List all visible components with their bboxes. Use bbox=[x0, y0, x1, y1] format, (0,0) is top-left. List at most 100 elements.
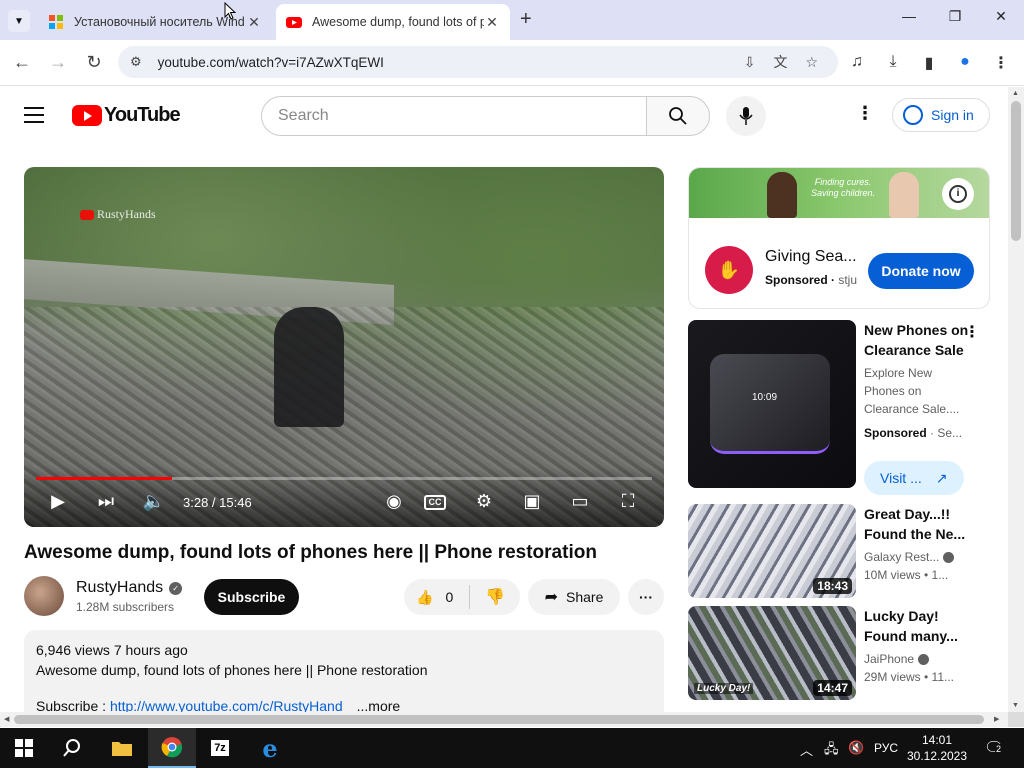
recommendation-info: New Phones on Clearance Sale Explore New… bbox=[864, 320, 974, 442]
reload-button[interactable]: ↻ bbox=[82, 52, 106, 73]
autoplay-toggle[interactable]: ◉ bbox=[380, 491, 408, 512]
recommendation-title[interactable]: New Phones on Clearance Sale bbox=[864, 320, 974, 360]
browser-menu-icon[interactable]: ⋮ bbox=[990, 53, 1012, 73]
hamburger-menu-icon[interactable] bbox=[24, 107, 44, 128]
video-player[interactable]: RustyHands ▶ ⏭ 🔈 3:28 / 15:46 ◉ CC ⚙ ▣ ▭… bbox=[24, 167, 664, 527]
next-button[interactable]: ⏭ bbox=[92, 491, 120, 512]
recommendation-item[interactable]: Lucky Day! 14:47 Lucky Day! Found many..… bbox=[688, 606, 990, 700]
like-button[interactable]: 👍 0 bbox=[404, 585, 470, 609]
scroll-left-arrow-icon[interactable]: ◀ bbox=[4, 715, 9, 723]
horizontal-scroll-thumb[interactable] bbox=[14, 715, 984, 724]
volume-icon[interactable]: 🔈 bbox=[140, 491, 168, 512]
youtube-logo[interactable]: YouTube bbox=[72, 104, 181, 127]
input-language[interactable]: РУС bbox=[874, 741, 898, 755]
new-tab-button[interactable]: + bbox=[520, 8, 532, 31]
recommendation-channel[interactable]: JaiPhone bbox=[864, 650, 974, 668]
address-bar[interactable]: ⚙ youtube.com/watch?v=i7AZwXTqEWI ⇩ 文 ☆ bbox=[118, 46, 838, 78]
recommendation-thumbnail[interactable]: 10:09 bbox=[688, 320, 856, 488]
channel-name[interactable]: RustyHands ✓ bbox=[76, 579, 183, 597]
play-button[interactable]: ▶ bbox=[44, 491, 72, 512]
forward-button[interactable]: → bbox=[46, 52, 70, 73]
recommendation-info: Great Day...!! Found the Ne... Galaxy Re… bbox=[864, 504, 974, 584]
start-button[interactable] bbox=[0, 728, 48, 768]
ad-child-image-1 bbox=[767, 172, 797, 218]
downloads-icon[interactable]: ⤓ bbox=[882, 53, 904, 71]
visit-site-button[interactable]: Visit ... ↗ bbox=[864, 461, 964, 495]
progress-bar[interactable] bbox=[36, 477, 652, 480]
show-hidden-icons-chevron-icon[interactable]: ︿ bbox=[800, 740, 813, 759]
ad-banner-image[interactable]: Finding cures. Saving children. i bbox=[689, 168, 989, 218]
scroll-down-arrow-icon[interactable]: ▼ bbox=[1012, 702, 1019, 709]
search-button[interactable] bbox=[646, 96, 710, 136]
ad-title: Giving Sea... bbox=[765, 248, 857, 265]
captions-button[interactable]: CC bbox=[424, 495, 446, 510]
profile-icon[interactable]: ● bbox=[954, 53, 976, 71]
share-button[interactable]: ➦ Share bbox=[528, 579, 620, 615]
video-frame-person bbox=[274, 307, 344, 427]
subscribe-button[interactable]: Subscribe bbox=[204, 579, 299, 615]
search-icon bbox=[669, 107, 687, 125]
dislike-button[interactable]: 👎 bbox=[470, 587, 520, 607]
recommendation-item[interactable]: 10:09 New Phones on Clearance Sale Explo… bbox=[688, 320, 990, 495]
network-icon[interactable]: 🖧 bbox=[824, 740, 839, 762]
more-actions-button[interactable]: ··· bbox=[628, 579, 664, 615]
site-info-icon[interactable]: ⚙ bbox=[130, 54, 142, 70]
voice-search-button[interactable] bbox=[726, 96, 766, 136]
7zip-taskbar-button[interactable]: 7z bbox=[196, 728, 244, 768]
vertical-scroll-thumb[interactable] bbox=[1011, 101, 1021, 241]
horizontal-scrollbar[interactable]: ◀ ▶ bbox=[0, 712, 1008, 727]
url-text[interactable]: youtube.com/watch?v=i7AZwXTqEWI bbox=[158, 55, 744, 70]
close-window-button[interactable]: ✕ bbox=[986, 8, 1016, 25]
maximize-button[interactable]: ❐ bbox=[940, 8, 970, 25]
media-controls-icon[interactable]: ♫ bbox=[846, 53, 868, 71]
tab-search-button[interactable]: ▼ bbox=[8, 10, 30, 32]
notification-center-icon[interactable]: 🗨2 bbox=[984, 738, 1004, 758]
close-tab-icon[interactable]: ✕ bbox=[246, 14, 262, 31]
tab-windows-media[interactable]: Установочный носитель Wind ✕ bbox=[38, 4, 272, 40]
recommendation-item[interactable]: 18:43 Great Day...!! Found the Ne... Gal… bbox=[688, 504, 990, 598]
description-box[interactable]: 6,946 views 7 hours ago Awesome dump, fo… bbox=[24, 630, 664, 720]
recommendation-menu-icon[interactable]: ⋮ bbox=[964, 322, 980, 342]
recommendation-title[interactable]: Great Day...!! Found the Ne... bbox=[864, 504, 974, 544]
like-count: 0 bbox=[445, 589, 454, 605]
chrome-taskbar-button[interactable] bbox=[148, 728, 196, 768]
video-title: Awesome dump, found lots of phones here … bbox=[24, 542, 597, 563]
settings-menu-icon[interactable]: ⋮ bbox=[856, 103, 874, 124]
install-app-icon[interactable]: ⇩ bbox=[744, 54, 756, 71]
sponsored-ad-card[interactable]: Finding cures. Saving children. i ✋ Givi… bbox=[688, 167, 990, 309]
taskbar-search-button[interactable] bbox=[48, 728, 96, 768]
youtube-favicon-icon bbox=[286, 17, 302, 28]
recommendation-channel[interactable]: Galaxy Rest... bbox=[864, 548, 974, 566]
translate-icon[interactable]: 文 bbox=[773, 52, 787, 72]
scroll-right-arrow-icon[interactable]: ▶ bbox=[994, 715, 999, 723]
bookmark-star-icon[interactable]: ☆ bbox=[805, 54, 818, 71]
tab-youtube[interactable]: Awesome dump, found lots of p ✕ bbox=[276, 4, 510, 40]
donate-now-button[interactable]: Donate now bbox=[868, 253, 974, 289]
sign-in-button[interactable]: Sign in bbox=[892, 98, 990, 132]
channel-avatar[interactable] bbox=[24, 576, 64, 616]
fullscreen-icon[interactable]: ⛶ bbox=[614, 491, 642, 512]
view-stats: 6,946 views 7 hours ago bbox=[36, 642, 188, 658]
minimize-button[interactable]: — bbox=[894, 8, 924, 24]
theater-mode-icon[interactable]: ▭ bbox=[566, 491, 594, 512]
verified-badge-icon bbox=[918, 654, 930, 666]
side-panel-icon[interactable]: ▮ bbox=[918, 53, 940, 73]
search-input[interactable]: Search bbox=[261, 96, 647, 136]
close-tab-icon[interactable]: ✕ bbox=[484, 14, 500, 31]
recommendation-title[interactable]: Lucky Day! Found many... bbox=[864, 606, 974, 646]
back-button[interactable]: ← bbox=[10, 52, 34, 73]
internet-explorer-button[interactable]: e bbox=[246, 728, 294, 768]
system-clock[interactable]: 14:01 30.12.2023 bbox=[906, 732, 968, 764]
volume-muted-icon[interactable]: 🔇 bbox=[848, 740, 864, 756]
file-explorer-button[interactable] bbox=[98, 728, 146, 768]
browser-toolbar: ← → ↻ ⚙ youtube.com/watch?v=i7AZwXTqEWI … bbox=[0, 40, 1024, 86]
settings-gear-icon[interactable]: ⚙ bbox=[470, 491, 498, 512]
vertical-scrollbar[interactable]: ▲ ▼ bbox=[1008, 87, 1024, 712]
miniplayer-icon[interactable]: ▣ bbox=[518, 491, 546, 512]
recommendation-thumbnail[interactable]: Lucky Day! 14:47 bbox=[688, 606, 856, 700]
verified-badge-icon bbox=[943, 552, 955, 564]
recommendation-thumbnail[interactable]: 18:43 bbox=[688, 504, 856, 598]
search-icon bbox=[63, 739, 80, 757]
scroll-up-arrow-icon[interactable]: ▲ bbox=[1012, 90, 1019, 97]
ad-info-button[interactable]: i bbox=[942, 178, 974, 210]
